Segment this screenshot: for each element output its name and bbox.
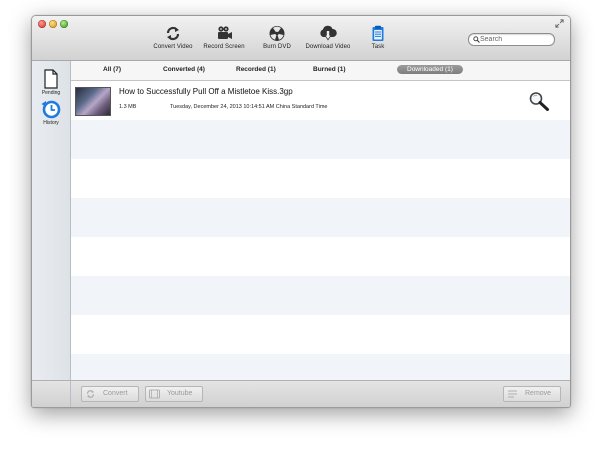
app-window: Convert Video Record Screen Burn DVD Dow… — [31, 15, 571, 408]
close-window-button[interactable] — [38, 20, 46, 28]
zoom-window-button[interactable] — [60, 20, 68, 28]
empty-row — [71, 315, 570, 354]
video-thumbnail — [75, 87, 111, 116]
convert-button-label: Convert — [103, 390, 128, 397]
toolbar-record-screen[interactable]: Record Screen — [203, 25, 245, 59]
youtube-button-label: Youtube — [167, 390, 193, 397]
magnifier-icon[interactable] — [528, 91, 550, 111]
convert-button[interactable]: Convert — [81, 386, 139, 402]
history-clock-icon — [41, 100, 61, 119]
sidebar-item-label: Pending — [41, 90, 61, 96]
empty-row — [71, 276, 570, 315]
remove-button-label: Remove — [525, 390, 552, 397]
search-icon — [473, 36, 480, 43]
task-list: How to Successfully Pull Off a Mistletoe… — [71, 81, 570, 380]
empty-row — [71, 198, 570, 237]
empty-row — [71, 120, 570, 159]
sidebar-item-history[interactable]: History — [32, 99, 70, 126]
sidebar-footer — [32, 380, 71, 407]
radiation-disc-icon — [269, 26, 285, 41]
toolbar-download-video[interactable]: Download Video — [304, 25, 352, 59]
tab-all[interactable]: All (7) — [103, 66, 121, 73]
film-icon — [149, 389, 160, 399]
toolbar-task-label: Task — [371, 44, 385, 50]
toolbar-burn-dvd[interactable]: Burn DVD — [258, 25, 296, 59]
search-input[interactable] — [480, 34, 550, 45]
sidebar-item-pending[interactable]: Pending — [32, 69, 70, 96]
youtube-button[interactable]: Youtube — [145, 386, 203, 402]
tab-converted[interactable]: Converted (4) — [163, 66, 205, 73]
empty-row — [71, 354, 570, 380]
refresh-arrows-icon — [86, 390, 95, 398]
bottom-bar: Convert Youtube Remove — [71, 380, 570, 407]
tab-downloaded[interactable]: Downloaded (1) — [397, 65, 463, 74]
row-size: 1.3 MB — [119, 104, 137, 110]
fullscreen-icon[interactable] — [555, 19, 564, 28]
tab-recorded[interactable]: Recorded (1) — [236, 66, 276, 73]
remove-button[interactable]: Remove — [503, 386, 561, 402]
document-icon — [44, 69, 58, 89]
toolbar-task[interactable]: Task — [366, 25, 390, 59]
toolbar-convert-video-label: Convert Video — [153, 44, 193, 50]
toolbar-convert-video[interactable]: Convert Video — [152, 25, 194, 59]
toolbar-record-screen-label: Record Screen — [203, 44, 245, 50]
filter-tabs: All (7) Converted (4) Recorded (1) Burne… — [71, 61, 570, 81]
minimize-window-button[interactable] — [49, 20, 57, 28]
empty-row — [71, 237, 570, 276]
search-field[interactable] — [468, 33, 555, 46]
sidebar-item-label: History — [43, 120, 59, 126]
toolbar-burn-dvd-label: Burn DVD — [263, 44, 291, 50]
refresh-arrows-icon — [166, 26, 180, 41]
row-date: Tuesday, December 24, 2013 10:14:51 AM C… — [170, 104, 328, 110]
list-remove-icon — [508, 390, 517, 398]
toolbar: Convert Video Record Screen Burn DVD Dow… — [32, 16, 570, 61]
toolbar-download-video-label: Download Video — [305, 44, 351, 50]
tab-burned[interactable]: Burned (1) — [313, 66, 346, 73]
table-row[interactable]: How to Successfully Pull Off a Mistletoe… — [71, 81, 570, 120]
empty-row — [71, 159, 570, 198]
row-title: How to Successfully Pull Off a Mistletoe… — [119, 87, 293, 96]
clipboard-icon — [372, 25, 384, 41]
video-camera-icon — [218, 26, 232, 39]
sidebar: Pending History — [32, 61, 71, 380]
cloud-download-icon — [320, 25, 337, 41]
